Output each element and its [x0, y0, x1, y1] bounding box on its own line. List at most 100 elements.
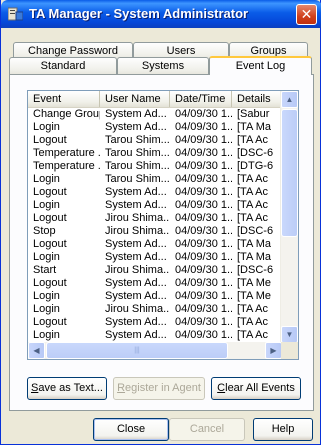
event-cell: Login — [33, 173, 60, 185]
table-row[interactable]: Logout Tarou Shim... 04/09/30 1... [TA Ac — [28, 134, 282, 147]
date-time-cell: 04/09/30 1... — [175, 199, 232, 211]
date-time-cell: 04/09/30 1... — [175, 212, 232, 224]
details-cell: [TA Ac — [237, 316, 268, 328]
details-cell: [Sabur — [237, 108, 270, 120]
details-cell: [TA Ac — [237, 212, 268, 224]
clear-all-events-accel: C — [217, 382, 226, 394]
user-name-cell: Jirou Shima... — [105, 264, 170, 276]
column-header-date-time[interactable]: Date/Time — [170, 91, 232, 107]
event-cell: Login — [33, 303, 60, 315]
event-cell: Login — [33, 290, 60, 302]
user-name-cell: System Ad... — [105, 121, 167, 133]
save-as-text-label: ave as Text... — [38, 382, 103, 394]
details-cell: [TA Ma — [237, 251, 272, 263]
table-row[interactable]: Login Jirou Shima... 04/09/30 1... [TA Ac — [28, 303, 282, 316]
details-cell: [TA Ac — [237, 329, 268, 341]
close-button[interactable]: Close — [93, 418, 169, 441]
event-cell: Login — [33, 251, 60, 263]
details-cell: [TA Ac — [237, 173, 268, 185]
details-cell: [TA Me — [237, 277, 272, 289]
horizontal-scrollbar[interactable]: ◀ ||| ▶ — [28, 342, 282, 359]
date-time-cell: 04/09/30 1... — [175, 329, 232, 341]
column-header-event[interactable]: Event — [28, 91, 100, 107]
table-row[interactable]: Login System Ad... 04/09/30 1... [TA Ac — [28, 199, 282, 212]
user-name-cell: Tarou Shim... — [105, 147, 170, 159]
user-name-cell: System Ad... — [105, 238, 167, 250]
date-time-cell: 04/09/30 1... — [175, 173, 232, 185]
details-cell: [DTG-6 — [237, 160, 274, 172]
table-row[interactable]: Temperature ... Tarou Shim... 04/09/30 1..… — [28, 160, 282, 173]
table-row[interactable]: Login System Ad... 04/09/30 1... [TA Ma — [28, 251, 282, 264]
clear-all-events-button[interactable]: Clear All Events — [211, 377, 301, 400]
table-row[interactable]: Logout System Ad... 04/09/30 1... [TA Ma — [28, 238, 282, 251]
table-row[interactable]: Logout Jirou Shima... 04/09/30 1... [TA Ac — [28, 212, 282, 225]
register-in-agent-button[interactable]: Register in Agent — [113, 377, 205, 400]
scroll-up-icon[interactable]: ▲ — [281, 91, 298, 108]
event-cell: Temperature ... — [33, 160, 100, 172]
date-time-cell: 04/09/30 1... — [175, 238, 232, 250]
column-header-details[interactable]: Details — [232, 91, 282, 107]
user-name-cell: Tarou Shim... — [105, 134, 170, 146]
event-cell: Change Group — [33, 108, 100, 120]
save-as-text-button[interactable]: Save as Text... — [27, 377, 107, 400]
clear-all-events-label: lear All Events — [225, 382, 295, 394]
register-in-agent-accel: R — [117, 382, 126, 394]
tab-systems[interactable]: Systems — [117, 57, 209, 75]
close-window-button[interactable]: ✕ — [296, 4, 317, 25]
title-bar[interactable]: TA Manager - System Administrator ✕ — [1, 0, 321, 28]
date-time-cell: 04/09/30 1... — [175, 277, 232, 289]
table-row[interactable]: Logout System Ad... 04/09/30 1... [TA Ac — [28, 186, 282, 199]
scroll-right-icon[interactable]: ▶ — [265, 342, 282, 359]
scroll-left-icon[interactable]: ◀ — [28, 342, 45, 359]
horizontal-scroll-thumb[interactable]: ||| — [46, 342, 228, 359]
table-row[interactable]: Login Tarou Shim... 04/09/30 1... [TA Ac — [28, 173, 282, 186]
register-in-agent-label: egister in Agent — [125, 382, 201, 394]
vertical-scrollbar[interactable]: ▲ ▼ — [280, 91, 298, 343]
details-cell: [TA Ac — [237, 186, 268, 198]
scrollbar-corner — [281, 342, 298, 359]
details-cell: [DSC-6 — [237, 147, 274, 159]
date-time-cell: 04/09/30 1... — [175, 108, 232, 120]
event-list[interactable]: Event User Name Date/Time Details Change… — [27, 90, 299, 360]
table-row[interactable]: Logout System Ad... 04/09/30 1... [TA Me — [28, 277, 282, 290]
event-cell: Start — [33, 264, 57, 276]
window-title: TA Manager - System Administrator — [29, 6, 249, 21]
tab-standard[interactable]: Standard — [9, 57, 117, 75]
table-row[interactable]: Stop Jirou Shima... 04/09/30 1... [DSC-6 — [28, 225, 282, 238]
user-name-cell: System Ad... — [105, 251, 167, 263]
date-time-cell: 04/09/30 1... — [175, 303, 232, 315]
table-row[interactable]: Login System Ad... 04/09/30 1... [TA Me — [28, 290, 282, 303]
details-cell: [TA Ma — [237, 238, 272, 250]
vertical-scroll-thumb[interactable] — [281, 109, 298, 237]
user-name-cell: Jirou Shima... — [105, 212, 170, 224]
event-cell: Login — [33, 199, 60, 211]
column-header-user-name[interactable]: User Name — [100, 91, 170, 107]
event-cell: Logout — [33, 134, 67, 146]
event-cell: Login — [33, 329, 60, 341]
cancel-button[interactable]: Cancel — [169, 418, 245, 441]
details-cell: [DSC-6 — [237, 225, 274, 237]
event-cell: Logout — [33, 212, 67, 224]
event-cell: Logout — [33, 277, 67, 289]
event-cell: Stop — [33, 225, 56, 237]
app-icon — [8, 7, 23, 21]
details-cell: [DSC-6 — [237, 264, 274, 276]
table-row[interactable]: Login System Ad... 04/09/30 1... [TA Ac — [28, 329, 282, 342]
details-cell: [TA Ma — [237, 121, 272, 133]
user-name-cell: Tarou Shim... — [105, 173, 170, 185]
user-name-cell: Tarou Shim... — [105, 160, 170, 172]
date-time-cell: 04/09/30 1... — [175, 134, 232, 146]
table-row[interactable]: Start Jirou Shima... 04/09/30 1... [DSC-6 — [28, 264, 282, 277]
user-name-cell: System Ad... — [105, 277, 167, 289]
tab-event-log[interactable]: Event Log — [209, 56, 312, 75]
table-row[interactable]: Temperature ... Tarou Shim... 04/09/30 1..… — [28, 147, 282, 160]
help-button[interactable]: Help — [253, 418, 313, 441]
date-time-cell: 04/09/30 1... — [175, 290, 232, 302]
scroll-down-icon[interactable]: ▼ — [281, 326, 298, 343]
table-row[interactable]: Login System Ad... 04/09/30 1... [TA Ma — [28, 121, 282, 134]
date-time-cell: 04/09/30 1... — [175, 316, 232, 328]
event-cell: Temperature ... — [33, 147, 100, 159]
table-row[interactable]: Logout System Ad... 04/09/30 1... [TA Ac — [28, 316, 282, 329]
date-time-cell: 04/09/30 1... — [175, 186, 232, 198]
table-row[interactable]: Change Group System Ad... 04/09/30 1... [Sa… — [28, 108, 282, 121]
